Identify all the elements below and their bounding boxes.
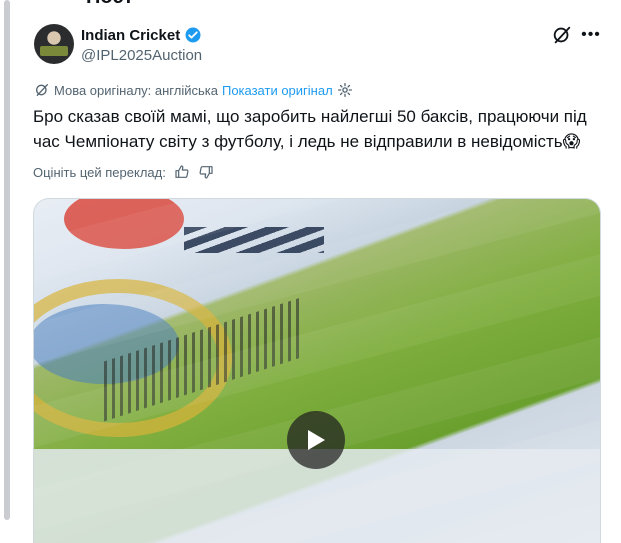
show-original-link[interactable]: Показати оригінал — [222, 83, 333, 98]
play-icon — [308, 430, 325, 450]
left-rail — [0, 0, 14, 542]
tweet-text: Бро сказав своїй мамі, що заробить найле… — [33, 107, 587, 151]
scrollbar[interactable] — [4, 0, 10, 520]
verified-badge-icon — [185, 27, 201, 43]
gear-icon[interactable] — [337, 82, 353, 98]
more-icon[interactable]: ••• — [580, 24, 602, 46]
grok-icon[interactable] — [551, 24, 573, 46]
original-language-label: Мова оригіналу: англійська — [54, 82, 218, 98]
author-name-row: Indian Cricket — [81, 26, 202, 44]
thumbs-up-icon[interactable] — [174, 164, 190, 180]
thumbs-down-icon[interactable] — [198, 164, 214, 180]
rate-translation-row: Оцініть цей переклад: — [33, 164, 214, 180]
handle[interactable]: @IPL2025Auction — [81, 47, 202, 64]
translate-icon — [36, 84, 48, 96]
video-player[interactable] — [33, 198, 601, 543]
play-button[interactable] — [287, 411, 345, 469]
rate-translation-label: Оцініть цей переклад: — [33, 164, 166, 180]
avatar[interactable] — [34, 24, 74, 64]
page-title: Пост — [86, 0, 133, 9]
display-name[interactable]: Indian Cricket — [81, 27, 180, 44]
translation-info: Мова оригіналу: англійська Показати ориг… — [34, 82, 353, 98]
video-frame-overlay — [34, 199, 600, 543]
